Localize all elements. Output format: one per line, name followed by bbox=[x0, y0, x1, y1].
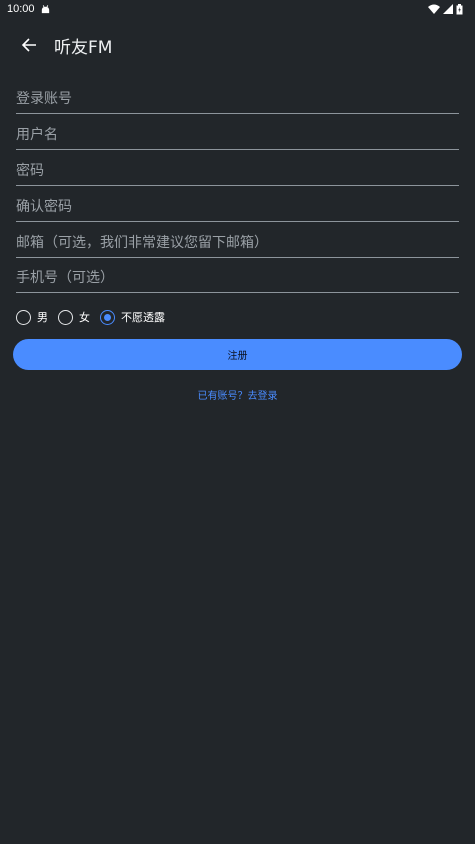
gender-option-undisclosed[interactable]: 不愿透露 bbox=[100, 309, 165, 325]
gender-label-female: 女 bbox=[79, 311, 90, 324]
status-bar: 10:00 bbox=[0, 0, 475, 20]
status-icons bbox=[428, 3, 463, 15]
phone-input[interactable] bbox=[16, 265, 459, 293]
status-time: 10:00 bbox=[7, 3, 35, 15]
battery-icon bbox=[456, 3, 463, 14]
arrow-back-icon bbox=[21, 38, 36, 52]
radio-button-icon[interactable] bbox=[16, 309, 31, 325]
password-input[interactable] bbox=[16, 158, 459, 186]
page-title: 听友FM bbox=[54, 38, 113, 58]
back-button[interactable] bbox=[14, 30, 44, 60]
confirm-password-input[interactable] bbox=[16, 194, 459, 222]
gender-label-male: 男 bbox=[37, 311, 48, 324]
radio-button-checked-icon[interactable] bbox=[100, 309, 115, 325]
go-to-login-link[interactable]: 已有账号？去登录 bbox=[0, 387, 475, 402]
gender-option-male[interactable]: 男 bbox=[16, 309, 48, 325]
app-toolbar: 听友FM bbox=[0, 20, 475, 70]
gender-label-undisclosed: 不愿透露 bbox=[121, 311, 165, 324]
email-input[interactable] bbox=[16, 230, 459, 258]
wifi-icon bbox=[428, 4, 440, 14]
register-button[interactable]: 注册 bbox=[13, 339, 462, 370]
signal-icon bbox=[443, 4, 453, 14]
android-notification-icon bbox=[41, 5, 50, 14]
username-input[interactable] bbox=[16, 122, 459, 150]
gender-radio-group: 男 女 不愿透露 bbox=[16, 306, 175, 328]
radio-button-icon[interactable] bbox=[58, 309, 73, 325]
account-input[interactable] bbox=[16, 86, 459, 114]
gender-option-female[interactable]: 女 bbox=[58, 309, 90, 325]
